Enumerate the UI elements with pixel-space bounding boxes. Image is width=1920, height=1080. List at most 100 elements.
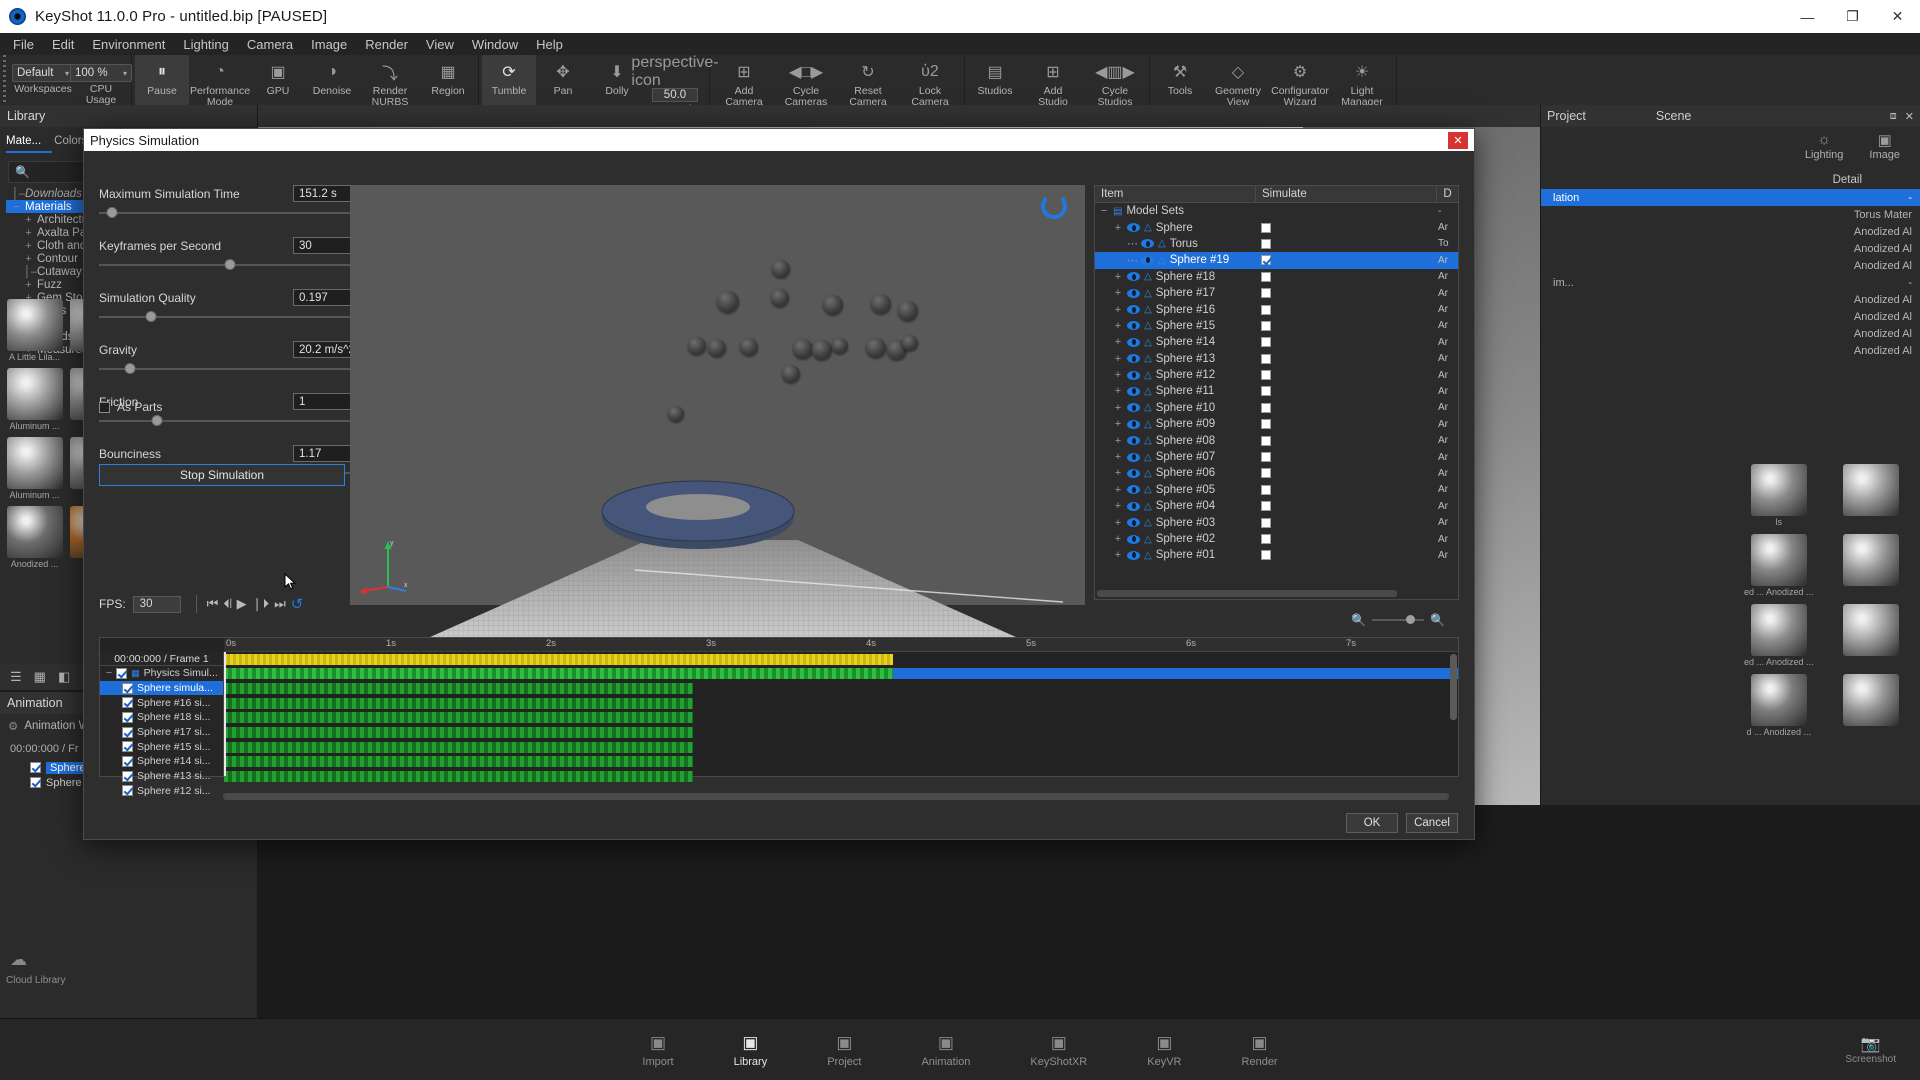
timeline-bar[interactable] — [224, 712, 693, 724]
perspective-value[interactable]: 50.0 — [652, 88, 698, 102]
timeline-track-row[interactable]: Sphere #13 si... — [100, 769, 223, 784]
item-tree-row[interactable]: + △ Sphere #10 Ar — [1095, 400, 1458, 416]
simulate-cell[interactable] — [1255, 419, 1436, 430]
simulate-checkbox[interactable] — [1261, 222, 1271, 233]
visibility-eye-icon[interactable] — [1127, 550, 1140, 560]
zoom-out-icon[interactable]: 🔍 — [1351, 613, 1366, 627]
simulate-cell[interactable] — [1255, 271, 1436, 282]
detail-row[interactable]: Anodized Al — [1541, 257, 1920, 274]
simulate-checkbox[interactable] — [1261, 534, 1271, 544]
sphere-object[interactable] — [772, 260, 790, 278]
tree-expander-icon[interactable]: ⋯ — [1127, 237, 1138, 250]
visibility-eye-icon[interactable] — [1127, 354, 1140, 364]
visibility-eye-icon[interactable] — [1127, 452, 1140, 462]
minimize-button[interactable]: — — [1785, 0, 1830, 33]
simulate-checkbox[interactable] — [1261, 288, 1271, 299]
tree-expander-icon[interactable]: │– — [24, 266, 37, 278]
close-icon[interactable]: ✕ — [1905, 110, 1914, 123]
timeline-track-row[interactable]: Sphere #12 si... — [100, 784, 223, 799]
simulate-cell[interactable] — [1255, 484, 1436, 495]
tool-configurator-wizard[interactable]: ⚙ Configurator Wizard — [1269, 55, 1331, 110]
tool-tumble[interactable]: ⟳ Tumble — [482, 55, 536, 110]
tree-expander-icon[interactable]: + — [1113, 418, 1123, 430]
simulate-cell[interactable] — [1255, 468, 1436, 479]
simulate-checkbox[interactable] — [1261, 402, 1271, 413]
item-tree-row[interactable]: + △ Sphere #03 Ar — [1095, 514, 1458, 530]
as-parts-checkbox[interactable] — [99, 401, 110, 413]
slider-knob[interactable] — [224, 259, 236, 270]
visibility-eye-icon[interactable] — [1127, 386, 1140, 396]
menu-environment[interactable]: Environment — [83, 34, 174, 55]
simulate-cell[interactable] — [1255, 370, 1436, 381]
simulate-cell[interactable] — [1255, 288, 1436, 299]
timeline-vertical-scrollbar[interactable] — [1450, 654, 1457, 720]
simulate-checkbox[interactable] — [1261, 255, 1271, 266]
simulate-cell[interactable] — [1255, 337, 1436, 348]
simulate-checkbox[interactable] — [1261, 320, 1271, 331]
visibility-eye-icon[interactable] — [1127, 321, 1140, 331]
simulate-cell[interactable] — [1255, 534, 1436, 544]
track-checkbox[interactable] — [122, 711, 133, 723]
item-tree-row[interactable]: + △ Sphere #17 Ar — [1095, 285, 1458, 301]
visibility-eye-icon[interactable] — [1127, 436, 1140, 446]
simulate-checkbox[interactable] — [1261, 370, 1271, 381]
dock-keyshotxr[interactable]: ▣ KeyShotXR — [1030, 1032, 1087, 1068]
sphere-object[interactable] — [740, 338, 758, 356]
sphere-object[interactable] — [688, 337, 706, 355]
item-tree-row[interactable]: ⋯ △ Torus To — [1095, 236, 1458, 252]
simulate-checkbox[interactable] — [1261, 337, 1271, 348]
material-swatch[interactable]: Aluminum ... — [4, 368, 65, 435]
screenshot-button[interactable]: 📷 Screenshot — [1845, 1034, 1896, 1065]
tool-studios[interactable]: ▤ Studios — [968, 55, 1022, 110]
stop-simulation-button[interactable]: Stop Simulation — [99, 464, 345, 486]
detail-row[interactable]: im... - — [1541, 274, 1920, 291]
sphere-object[interactable] — [717, 291, 739, 313]
timeline-bar[interactable] — [224, 756, 693, 768]
tree-expander-icon[interactable]: + — [24, 279, 33, 291]
dock-project[interactable]: ▣ Project — [827, 1032, 861, 1068]
tab-lighting[interactable]: ☼ Lighting — [1805, 131, 1844, 161]
tree-expander-icon[interactable]: + — [1113, 287, 1123, 299]
sphere-object[interactable] — [812, 340, 832, 360]
simulate-checkbox[interactable] — [1261, 484, 1271, 495]
material-swatch[interactable]: ed ... Anodized ... — [1734, 534, 1824, 601]
dock-library[interactable]: ▣ Library — [734, 1032, 768, 1068]
timeline-playhead[interactable] — [224, 652, 226, 776]
timeline-bar[interactable] — [224, 697, 693, 709]
sphere-object[interactable] — [902, 335, 918, 351]
menu-edit[interactable]: Edit — [43, 34, 83, 55]
timeline-track-row[interactable]: Sphere #18 si... — [100, 710, 223, 725]
tree-expander-icon[interactable]: + — [1113, 320, 1123, 332]
tree-expander-icon[interactable]: + — [1113, 271, 1123, 283]
tree-expander-icon[interactable]: ⋯ — [1127, 254, 1138, 267]
timeline-bar-extension[interactable] — [892, 668, 1458, 680]
tree-expander-icon[interactable]: + — [1113, 517, 1123, 529]
tree-expander-icon[interactable]: + — [1113, 402, 1123, 414]
column-simulate[interactable]: Simulate — [1255, 186, 1436, 202]
as-parts-row[interactable]: As Parts — [99, 396, 162, 414]
simulate-checkbox[interactable] — [1261, 468, 1271, 479]
detail-row[interactable]: Torus Mater — [1541, 206, 1920, 223]
material-swatch[interactable]: ed ... Anodized ... — [1734, 604, 1824, 671]
tree-expander-icon[interactable]: │– — [12, 188, 25, 200]
simulate-checkbox[interactable] — [1261, 304, 1271, 315]
simulate-cell[interactable] — [1255, 386, 1436, 397]
material-swatch[interactable] — [1827, 674, 1917, 741]
zoom-slider-knob[interactable] — [1406, 615, 1416, 624]
timeline-track-row[interactable]: Sphere #17 si... — [100, 725, 223, 740]
simulate-cell[interactable] — [1255, 550, 1436, 561]
simulation-preview-viewport[interactable]: y x — [350, 185, 1085, 658]
simulate-checkbox[interactable] — [1261, 452, 1271, 463]
sphere-object[interactable] — [708, 339, 726, 357]
tab-image[interactable]: ▣ Image — [1869, 131, 1900, 161]
menu-camera[interactable]: Camera — [238, 34, 302, 55]
visibility-eye-icon[interactable] — [1141, 239, 1154, 249]
transport-button-3[interactable]: ❘⏵ — [252, 596, 269, 612]
track-checkbox[interactable] — [116, 667, 128, 679]
timeline-horizontal-scrollbar[interactable] — [223, 793, 1449, 800]
track-checkbox[interactable] — [122, 785, 133, 797]
visibility-eye-icon[interactable] — [1141, 255, 1154, 265]
material-swatch[interactable]: Anodized ... — [4, 506, 65, 573]
item-tree-row[interactable]: + △ Sphere #14 Ar — [1095, 334, 1458, 350]
visibility-eye-icon[interactable] — [1127, 403, 1140, 413]
